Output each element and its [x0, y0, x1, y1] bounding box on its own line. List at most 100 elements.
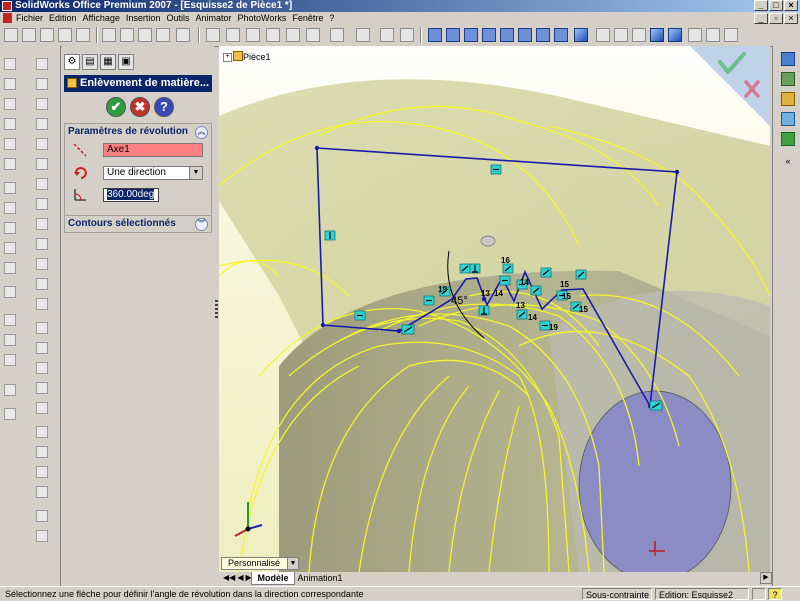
solidworks-app-icon[interactable]	[2, 1, 12, 11]
help-button[interactable]: ?	[154, 97, 174, 117]
print-icon[interactable]	[58, 28, 72, 42]
copy-icon[interactable]	[120, 28, 134, 42]
relation-badge[interactable]	[540, 267, 552, 278]
menu-photoworks[interactable]: PhotoWorks	[235, 12, 290, 24]
previous-view-icon[interactable]	[554, 28, 568, 42]
shaded-with-edges-icon[interactable]	[650, 28, 664, 42]
rib-icon[interactable]	[4, 222, 16, 234]
snap-icon[interactable]	[380, 28, 394, 42]
cut-icon[interactable]	[102, 28, 116, 42]
relation-badge[interactable]	[499, 275, 511, 286]
centerline-icon[interactable]	[36, 322, 48, 334]
trim-icon[interactable]	[36, 362, 48, 374]
mirror-entities-icon[interactable]	[36, 426, 48, 438]
extend-icon[interactable]	[36, 382, 48, 394]
relation-badge[interactable]	[354, 310, 366, 321]
graphics-area[interactable]: 45° 16 14 19 13 14 15 13 14 15 15 19 + P…	[219, 46, 770, 572]
view-palette-icon[interactable]	[781, 132, 795, 146]
menu-fenetre[interactable]: Fenêtre	[290, 12, 327, 24]
model-viewport[interactable]: 45° 16 14 19 13 14 15 13 14 15 15 19	[219, 46, 770, 572]
document-icon[interactable]	[3, 13, 12, 23]
relation-badge[interactable]	[502, 263, 514, 274]
search-icon[interactable]	[781, 112, 795, 126]
point-icon[interactable]	[36, 298, 48, 310]
open-icon[interactable]	[22, 28, 36, 42]
reference-geometry-icon[interactable]	[4, 384, 16, 396]
view-orientation-icon[interactable]	[574, 28, 588, 42]
linear-pattern-icon[interactable]	[4, 314, 16, 326]
options-icon[interactable]	[226, 28, 240, 42]
relation-badge[interactable]	[530, 285, 542, 296]
relation-badge[interactable]	[423, 295, 435, 306]
relation-badge[interactable]	[490, 164, 502, 175]
prev-tab-icon[interactable]: ◀	[237, 572, 243, 584]
window-cascade-icon[interactable]	[246, 28, 260, 42]
smart-dimension-icon[interactable]	[306, 28, 320, 42]
reverse-direction-icon[interactable]	[73, 166, 87, 180]
relation-badge[interactable]	[324, 230, 336, 241]
move-entities-icon[interactable]	[36, 466, 48, 478]
circular-pattern-icon[interactable]	[4, 334, 16, 346]
collapse-pane-icon[interactable]: «	[781, 154, 795, 168]
zoom-area-icon[interactable]	[464, 28, 478, 42]
paste-icon[interactable]	[138, 28, 152, 42]
tangent-arc-icon[interactable]	[36, 218, 48, 230]
wireframe-icon[interactable]	[596, 28, 610, 42]
selected-contours-group[interactable]: Contours sélectionnés ︾	[64, 215, 212, 233]
extrude-cut-icon[interactable]	[4, 138, 16, 150]
custom-view-dropdown[interactable]: Personnalisé ▼	[221, 557, 299, 570]
expand-contours-icon[interactable]: ︾	[195, 218, 208, 231]
realview-icon[interactable]	[724, 28, 738, 42]
rotate-entities-icon[interactable]	[36, 486, 48, 498]
zoom-in-out-icon[interactable]	[482, 28, 496, 42]
solidworks-resources-icon[interactable]	[781, 52, 795, 66]
sweep-icon[interactable]	[4, 98, 16, 110]
menu-outils[interactable]: Outils	[164, 12, 193, 24]
expand-tree-icon[interactable]: +	[223, 53, 232, 62]
sketch-tool-icon[interactable]	[36, 58, 48, 70]
menu-insertion[interactable]: Insertion	[124, 12, 165, 24]
select-icon[interactable]	[428, 28, 442, 42]
redo-icon[interactable]	[176, 28, 190, 42]
mirror-icon[interactable]	[4, 354, 16, 366]
ok-button[interactable]: ✔	[106, 97, 126, 117]
shell-icon[interactable]	[4, 242, 16, 254]
rectangle-icon[interactable]	[36, 138, 48, 150]
hole-wizard-icon[interactable]	[4, 286, 16, 298]
angle-input[interactable]: 360.00deg	[103, 188, 159, 202]
window-tile-icon[interactable]	[266, 28, 280, 42]
menu-affichage[interactable]: Affichage	[81, 12, 124, 24]
zoom-fit-icon[interactable]	[446, 28, 460, 42]
tab-animation1[interactable]: Animation1	[295, 572, 345, 584]
relation-badge[interactable]	[575, 269, 587, 280]
doc-close-button[interactable]: ×	[784, 13, 798, 24]
text-tool-icon[interactable]	[36, 342, 48, 354]
offset-icon[interactable]	[36, 402, 48, 414]
close-window-button[interactable]: ×	[784, 0, 798, 11]
minimize-button[interactable]: _	[754, 0, 768, 11]
relation-badge[interactable]	[649, 400, 663, 411]
dropdown-arrow-icon[interactable]: ▼	[189, 167, 202, 179]
quick-tips-icon[interactable]	[752, 588, 766, 600]
loft-icon[interactable]	[4, 118, 16, 130]
ellipse-icon[interactable]	[36, 258, 48, 270]
collapse-revolution-icon[interactable]: ︽	[195, 126, 208, 139]
new-document-icon[interactable]	[4, 28, 18, 42]
scroll-right-icon[interactable]: ▶	[760, 572, 772, 584]
doc-minimize-button[interactable]: _	[754, 13, 768, 24]
pan-icon[interactable]	[536, 28, 550, 42]
fillet-icon[interactable]	[4, 182, 16, 194]
rebuild-icon[interactable]	[206, 28, 220, 42]
maximize-button[interactable]: □	[769, 0, 783, 11]
relation-badge[interactable]	[469, 263, 481, 274]
cancel-button[interactable]: ✖	[130, 97, 150, 117]
menu-help[interactable]: ?	[327, 12, 338, 24]
repair-sketch-icon[interactable]	[36, 530, 48, 542]
doc-restore-button[interactable]: ▫	[769, 13, 783, 24]
feature-tree-tab-icon[interactable]: ⚙	[64, 54, 80, 70]
shaded-icon[interactable]	[668, 28, 682, 42]
section-view-icon[interactable]	[688, 28, 702, 42]
help-toolbar-icon[interactable]	[400, 28, 414, 42]
hidden-lines-removed-icon[interactable]	[632, 28, 646, 42]
undo-icon[interactable]	[156, 28, 170, 42]
